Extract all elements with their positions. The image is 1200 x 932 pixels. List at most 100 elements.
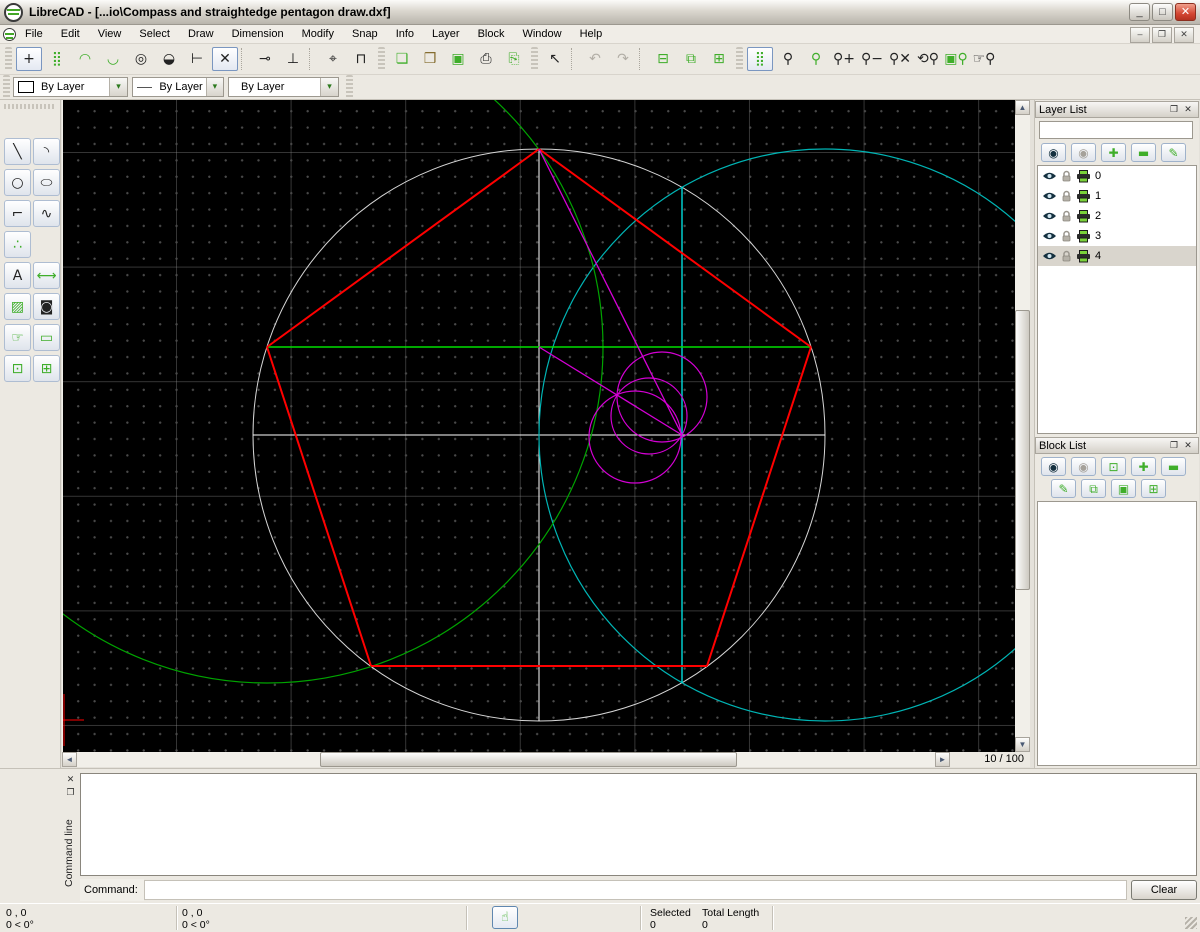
hatch-tool-button[interactable]: ▨ (4, 293, 31, 320)
mdi-restore-button[interactable]: ❐ (1152, 27, 1172, 43)
zoom-in-button[interactable]: ⚲+ (831, 47, 857, 71)
restrict-vertical-button[interactable]: ⊥ (280, 47, 306, 71)
close-icon[interactable]: ✕ (1181, 103, 1195, 116)
zoom-window-button[interactable]: ⚲ (803, 47, 829, 71)
block-toggle-visibility-button[interactable]: ⊡ (1101, 457, 1126, 476)
line-tool-button[interactable]: ╲ (4, 138, 31, 165)
spline-tool-button[interactable]: ∿ (33, 200, 60, 227)
toolbar-handle[interactable] (3, 75, 10, 99)
undo-button[interactable]: ↶ (582, 47, 608, 71)
drawing-close-button[interactable]: ⊟ (650, 47, 676, 71)
layer-visible-eye-icon[interactable] (1042, 171, 1057, 181)
layer-row-1[interactable]: 1 (1038, 186, 1196, 206)
window-minimize-button[interactable]: _ (1129, 3, 1150, 21)
layer-edit-button[interactable]: ✎ (1161, 143, 1186, 162)
horizontal-scrollbar[interactable]: ◄ ► (62, 752, 950, 767)
layer-print-icon[interactable] (1076, 210, 1091, 223)
layers-freeze-all-button[interactable]: ◉ (1071, 143, 1096, 162)
scroll-down-button[interactable]: ▼ (1015, 737, 1030, 752)
menu-info[interactable]: Info (387, 26, 423, 42)
layer-visible-eye-icon[interactable] (1042, 191, 1057, 201)
print-preview-button[interactable]: ⎘ (501, 47, 527, 71)
color-combobox[interactable]: By Layer ▾ (13, 77, 128, 97)
toolbar-handle[interactable] (736, 47, 743, 71)
scroll-left-button[interactable]: ◄ (62, 752, 77, 767)
zoom-auto-button[interactable]: ⚲✕ (887, 47, 913, 71)
close-icon[interactable]: ✕ (1181, 439, 1195, 452)
snap-intersection-button[interactable]: ✕ (212, 47, 238, 71)
block-insert-button[interactable]: ⊞ (1141, 479, 1166, 498)
blocks-freeze-all-button[interactable]: ◉ (1071, 457, 1096, 476)
command-input[interactable] (144, 880, 1127, 900)
zoom-redraw-button[interactable]: ⚲ (775, 47, 801, 71)
image-tool-button[interactable]: ◙ (33, 293, 60, 320)
toolbar-handle[interactable] (5, 47, 12, 71)
menu-draw[interactable]: Draw (179, 26, 223, 42)
block-save-button[interactable]: ▣ (1111, 479, 1136, 498)
snap-distance-button[interactable]: ⊢ (184, 47, 210, 71)
layer-lock-icon[interactable] (1061, 250, 1072, 262)
clear-button[interactable]: Clear (1131, 880, 1197, 900)
layer-add-button[interactable]: ✚ (1101, 143, 1126, 162)
drawing-list-button[interactable]: ⧉ (678, 47, 704, 71)
menu-dimension[interactable]: Dimension (223, 26, 293, 42)
layer-lock-icon[interactable] (1061, 210, 1072, 222)
close-icon[interactable]: ✕ (64, 774, 77, 786)
layer-row-0[interactable]: 0 (1038, 166, 1196, 186)
float-panel-icon[interactable]: ❐ (1167, 103, 1181, 116)
block-add-button[interactable]: ✚ (1131, 457, 1156, 476)
snap-on-entity-button[interactable]: ◡ (100, 47, 126, 71)
toolbar-handle[interactable] (346, 75, 353, 99)
redo-button[interactable]: ↷ (610, 47, 636, 71)
snap-free-button[interactable]: + (16, 47, 42, 71)
block-attributes-button[interactable]: ✎ (1051, 479, 1076, 498)
layer-visible-eye-icon[interactable] (1042, 231, 1057, 241)
dimension-tool-button[interactable]: ⟷ (33, 262, 60, 289)
file-open-button[interactable]: ❒ (417, 47, 443, 71)
dock-handle[interactable] (4, 104, 54, 109)
scroll-right-button[interactable]: ► (935, 752, 950, 767)
chevron-down-icon[interactable]: ▾ (109, 78, 127, 96)
set-relative-zero-button[interactable]: ⌖ (320, 47, 346, 71)
menu-select[interactable]: Select (130, 26, 179, 42)
layer-row-4[interactable]: 4 (1038, 246, 1196, 266)
layer-print-icon[interactable] (1076, 250, 1091, 263)
select-tool-button[interactable]: ☞ (4, 324, 31, 351)
zoom-pan-button[interactable]: ☞⚲ (971, 47, 997, 71)
vertical-scrollbar[interactable]: ▲ ▼ (1015, 100, 1030, 752)
snap-endpoint-button[interactable]: ◠ (72, 47, 98, 71)
block-remove-button[interactable]: ▬ (1161, 457, 1186, 476)
pan-hand-button[interactable]: ☝ (492, 906, 518, 929)
layer-visible-eye-icon[interactable] (1042, 251, 1057, 261)
points-tool-button[interactable]: ∴ (4, 231, 31, 258)
lock-relative-zero-button[interactable]: ⊓ (348, 47, 374, 71)
chevron-down-icon[interactable]: ▾ (320, 78, 338, 96)
menu-help[interactable]: Help (571, 26, 612, 42)
file-new-button[interactable]: ❏ (389, 47, 415, 71)
drawing-new-button[interactable]: ⊞ (706, 47, 732, 71)
snap-middle-button[interactable]: ◒ (156, 47, 182, 71)
menu-layer[interactable]: Layer (423, 26, 469, 42)
toolbar-handle[interactable] (531, 47, 538, 71)
toolbar-handle[interactable] (378, 47, 385, 71)
mdi-minimize-button[interactable]: – (1130, 27, 1150, 43)
layer-lock-icon[interactable] (1061, 230, 1072, 242)
horizontal-scroll-thumb[interactable] (320, 752, 737, 767)
mdi-close-button[interactable]: ✕ (1174, 27, 1194, 43)
layer-list[interactable]: 0 1 2 (1037, 165, 1197, 434)
snap-grid-button[interactable]: ⣿ (44, 47, 70, 71)
linewidth-combobox[interactable]: By Layer ▾ (228, 77, 339, 97)
layer-remove-button[interactable]: ▬ (1131, 143, 1156, 162)
blocks-defreeze-all-button[interactable]: ◉ (1041, 457, 1066, 476)
block-edit-tool-button[interactable]: ⊞ (33, 355, 60, 382)
menu-view[interactable]: View (89, 26, 131, 42)
restrict-horizontal-button[interactable]: ⊸ (252, 47, 278, 71)
window-maximize-button[interactable]: □ (1152, 3, 1173, 21)
print-button[interactable]: ⎙ (473, 47, 499, 71)
layer-row-3[interactable]: 3 (1038, 226, 1196, 246)
layer-lock-icon[interactable] (1061, 190, 1072, 202)
menu-modify[interactable]: Modify (293, 26, 343, 42)
layer-visible-eye-icon[interactable] (1042, 211, 1057, 221)
window-close-button[interactable]: ✕ (1175, 3, 1196, 21)
layer-print-icon[interactable] (1076, 230, 1091, 243)
